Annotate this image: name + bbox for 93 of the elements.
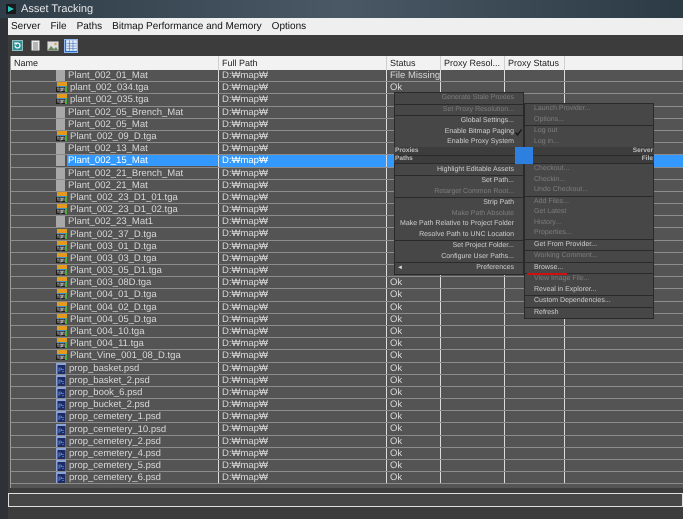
file-name[interactable]: Plant_002_23_D1_01.tga	[69, 192, 218, 203]
status-cell-text: Ok	[389, 423, 404, 435]
table-cell: D:₩map₩	[219, 228, 387, 240]
file-name[interactable]: Plant_003_08D.tga	[69, 277, 218, 288]
status-cell-text: Ok	[389, 338, 404, 350]
table-cell: D:₩map₩	[219, 350, 387, 362]
window-title: Asset Tracking	[21, 2, 94, 17]
file-name[interactable]: Plant_003_03_D.tga	[69, 252, 218, 264]
menu-title[interactable]: File	[50, 19, 67, 34]
status-cell-text: Ok	[389, 448, 404, 459]
file-name[interactable]: Plant_002_37_D.tga	[69, 228, 218, 240]
status-cell-text: Ok	[389, 436, 404, 447]
table-cell: D:₩map₩	[219, 155, 387, 166]
table-cell: D:₩map₩	[219, 143, 387, 154]
table-cell: D:₩map₩	[219, 180, 387, 191]
table-cell: D:₩map₩	[219, 460, 387, 472]
file-name[interactable]: prop_cemetery_6.psd	[68, 472, 218, 484]
file-name[interactable]: Plant_Vine_001_08_D.tga	[69, 350, 218, 362]
status-cell-text: Ok	[389, 314, 404, 325]
table-cell: D:₩map₩	[219, 399, 387, 410]
status-cell-text: Ok	[389, 472, 404, 484]
table-cell: D:₩map₩	[219, 240, 387, 252]
table-cell: D:₩map₩	[219, 374, 387, 386]
status-cell-text: Ok	[389, 386, 404, 398]
file-name[interactable]: prop_cemetery_5.psd	[68, 460, 218, 472]
table-cell: D:₩map₩	[219, 423, 387, 435]
file-name[interactable]: prop_cemetery_10.psd	[68, 424, 218, 435]
file-name[interactable]: Plant_003_05_D1.tga	[69, 265, 218, 276]
file-name[interactable]: Plant_002_13_Mat	[67, 143, 218, 154]
table-cell: D:₩map₩	[219, 326, 387, 338]
table-cell: D:₩map₩	[219, 289, 387, 301]
table-cell: D:₩map₩	[219, 411, 387, 422]
table-cell: D:₩map₩	[219, 130, 387, 142]
file-name[interactable]: prop_cemetery_4.psd	[68, 448, 218, 459]
status-cell-text: Ok	[389, 277, 404, 288]
table-cell: D:₩map₩	[219, 386, 387, 398]
file-name[interactable]: Plant_002_23_Mat1	[67, 216, 218, 228]
file-name[interactable]: Plant_002_21_Mat	[67, 180, 218, 191]
file-name[interactable]: Plant_002_01_Mat	[67, 70, 218, 82]
table-cell: D:₩map₩	[219, 338, 387, 350]
status-cell-text: Ok	[389, 289, 404, 301]
table-cell: D:₩map₩	[219, 82, 387, 94]
status-cell-text: Ok	[389, 374, 404, 386]
file-name[interactable]: prop_cemetery_1.psd	[68, 411, 218, 422]
status-cell-text: Ok	[389, 362, 404, 374]
table-cell: D:₩map₩	[219, 314, 387, 325]
table-cell: D:₩map₩	[219, 472, 387, 484]
menu-title[interactable]: Server	[11, 19, 40, 34]
status-cell-text: Ok	[389, 399, 404, 410]
table-cell: D:₩map₩	[219, 168, 387, 179]
file-name[interactable]: Plant_003_01_D.tga	[69, 240, 218, 252]
file-name[interactable]: prop_book_6.psd	[68, 386, 218, 398]
file-name[interactable]: Plant_004_10.tga	[69, 326, 218, 338]
table-cell: D:₩map₩	[219, 118, 387, 130]
status-cell-text: Ok	[389, 350, 404, 362]
table-cell: D:₩map₩	[219, 216, 387, 228]
file-name[interactable]: prop_basket.psd	[68, 362, 218, 374]
file-name[interactable]: prop_basket_2.psd	[68, 374, 218, 386]
file-name[interactable]: Plant_002_21_Brench_Mat	[67, 168, 218, 179]
table-cell: D:₩map₩	[219, 94, 387, 106]
status-cell-text: Ok	[389, 302, 404, 313]
table-cell: D:₩map₩	[219, 362, 387, 374]
menu-title[interactable]: Paths	[76, 19, 102, 34]
file-name[interactable]: Plant_004_11.tga	[69, 338, 218, 350]
file-name[interactable]: prop_cemetery_2.psd	[68, 436, 218, 447]
file-name[interactable]: Plant_002_05_Brench_Mat	[67, 106, 218, 118]
status-cell-text: Ok	[389, 82, 404, 94]
file-name[interactable]: Plant_004_01_D.tga	[69, 289, 218, 300]
table-cell: D:₩map₩	[219, 252, 387, 264]
file-name[interactable]: prop_bucket_2.psd	[68, 399, 218, 410]
table-cell: D:₩map₩	[219, 204, 387, 216]
file-name[interactable]: Plant_002_09_D.tga	[69, 131, 218, 142]
status-cell-text: File Missing	[389, 70, 440, 82]
table-cell: D:₩map₩	[219, 106, 387, 118]
table-cell: D:₩map₩	[219, 302, 387, 313]
table-cell: D:₩map₩	[219, 265, 387, 276]
file-name[interactable]: Plant_002_05_Mat	[67, 118, 218, 130]
table-cell: D:₩map₩	[219, 277, 387, 288]
file-name[interactable]: Plant_004_02_D.tga	[69, 302, 218, 313]
menu-title[interactable]: Bitmap Performance and Memory	[112, 19, 262, 34]
file-name[interactable]: Plant_004_05_D.tga	[69, 314, 218, 325]
status-cell-text: Ok	[389, 460, 404, 472]
table-cell: D:₩map₩	[219, 448, 387, 459]
file-name[interactable]: Plant_002_23_D1_02.tga	[69, 204, 218, 216]
file-name[interactable]: plant_002_034.tga	[69, 82, 218, 94]
table-cell: D:₩map₩	[219, 436, 387, 447]
status-cell-text: Ok	[389, 326, 404, 338]
status-cell-text: Ok	[389, 411, 404, 422]
menu-title[interactable]: Options	[272, 19, 306, 34]
file-name[interactable]: plant_002_035.tga	[69, 94, 218, 106]
file-name[interactable]: Plant_002_15_Mat	[67, 155, 218, 166]
table-cell: D:₩map₩	[219, 192, 387, 204]
table-cell: D:₩map₩	[219, 70, 387, 82]
